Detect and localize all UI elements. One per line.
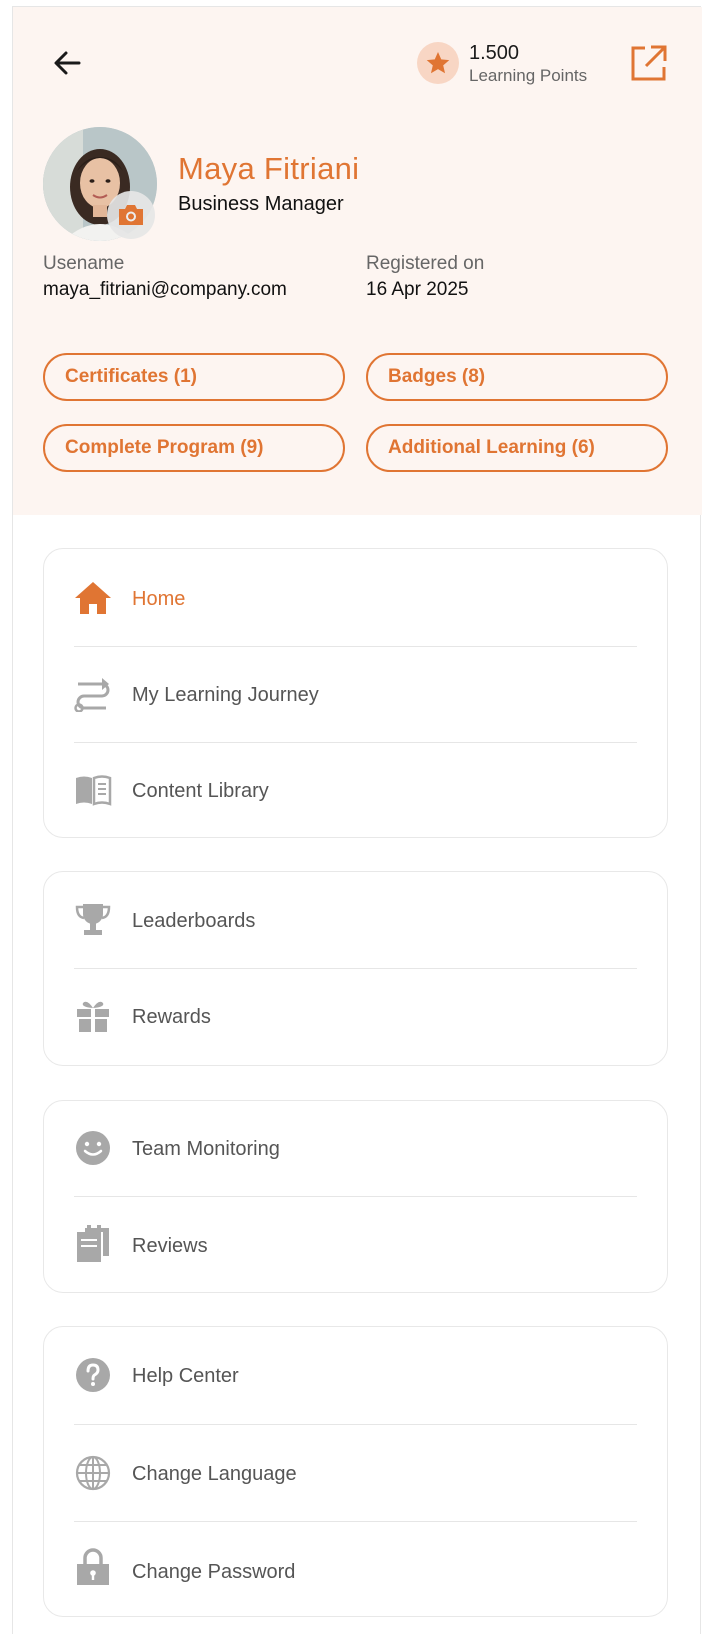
lock-icon xyxy=(77,1548,109,1585)
menu-label-home: Home xyxy=(132,588,186,610)
change-photo-button[interactable] xyxy=(107,191,155,239)
points-value: 1.500 xyxy=(469,41,520,64)
camera-icon xyxy=(119,205,143,225)
menu-item-reviews[interactable]: Reviews xyxy=(44,1197,667,1293)
avatar-container xyxy=(43,127,157,241)
username-label: Usename xyxy=(43,253,125,274)
learning-points: 1.500 Learning Points xyxy=(417,41,587,85)
points-label: Learning Points xyxy=(469,65,588,85)
menu-label-content-library: Content Library xyxy=(132,780,269,802)
profile-screen: 1.500 Learning Points Maya Fitriani Busi… xyxy=(12,6,702,1634)
star-badge xyxy=(417,42,459,84)
menu-item-learning-journey[interactable]: My Learning Journey xyxy=(44,647,667,742)
menu-label-learning-journey: My Learning Journey xyxy=(132,684,319,706)
back-button[interactable] xyxy=(47,43,87,83)
menu-label-change-password: Change Password xyxy=(132,1561,296,1583)
globe-icon xyxy=(75,1455,111,1491)
menu-card-settings: Help Center Change Language Change Passw… xyxy=(43,1326,668,1617)
book-icon xyxy=(76,775,112,806)
complete-program-button[interactable]: Complete Program (9) xyxy=(43,424,345,472)
menu-item-home[interactable]: Home xyxy=(44,549,667,646)
menu-card-achievements: Leaderboards Rewards xyxy=(43,871,668,1066)
additional-learning-button[interactable]: Additional Learning (6) xyxy=(366,424,668,472)
menu-item-change-language[interactable]: Change Language xyxy=(44,1425,667,1521)
menu-card-main: Home My Learning Journey Content Library xyxy=(43,548,668,838)
menu-item-leaderboards[interactable]: Leaderboards xyxy=(44,872,667,968)
menu-label-team-monitoring: Team Monitoring xyxy=(132,1138,280,1160)
route-icon xyxy=(74,678,110,712)
home-icon xyxy=(75,582,111,614)
menu-item-rewards[interactable]: Rewards xyxy=(44,969,667,1065)
certificates-button[interactable]: Certificates (1) xyxy=(43,353,345,401)
registered-value: 16 Apr 2025 xyxy=(366,279,469,300)
badges-button[interactable]: Badges (8) xyxy=(366,353,668,401)
share-button[interactable] xyxy=(629,43,669,83)
clipboard-icon xyxy=(77,1225,109,1262)
arrow-left-icon xyxy=(54,51,81,75)
menu-item-change-password[interactable]: Change Password xyxy=(44,1522,667,1617)
menu-item-team-monitoring[interactable]: Team Monitoring xyxy=(44,1101,667,1196)
menu-label-change-language: Change Language xyxy=(132,1463,297,1485)
profile-role: Business Manager xyxy=(178,193,344,215)
menu-item-help-center[interactable]: Help Center xyxy=(44,1327,667,1424)
menu-label-help-center: Help Center xyxy=(132,1365,239,1387)
menu-item-content-library[interactable]: Content Library xyxy=(44,743,667,838)
external-link-icon xyxy=(631,45,667,81)
menu-label-rewards: Rewards xyxy=(132,1006,211,1028)
menu-card-team: Team Monitoring Reviews xyxy=(43,1100,668,1293)
username-value: maya_fitriani@company.com xyxy=(43,279,287,300)
star-icon xyxy=(426,51,450,74)
profile-header: 1.500 Learning Points Maya Fitriani Busi… xyxy=(13,7,702,515)
help-icon xyxy=(76,1358,110,1392)
menu-label-reviews: Reviews xyxy=(132,1235,208,1257)
profile-name: Maya Fitriani xyxy=(178,151,360,186)
gift-icon xyxy=(77,1001,109,1032)
registered-label: Registered on xyxy=(366,253,485,274)
trophy-icon xyxy=(75,904,111,935)
smile-icon xyxy=(76,1131,110,1165)
menu-label-leaderboards: Leaderboards xyxy=(132,910,256,932)
